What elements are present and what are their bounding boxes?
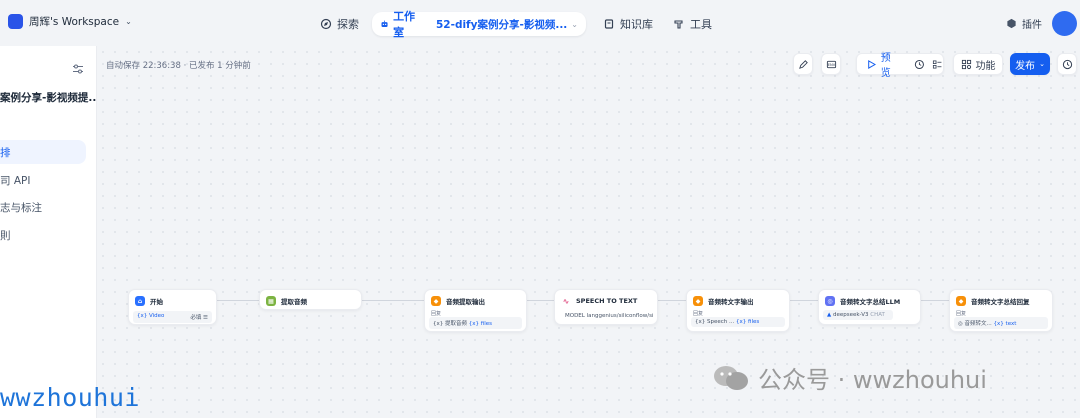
node-label: 回复 [693,311,704,317]
chevron-down-icon: ⌄ [1039,60,1045,68]
nav-explore-label: 探索 [337,18,359,31]
answer-icon: ◆ [956,296,966,306]
answer-icon: ◆ [431,296,441,306]
node-title: 开始 [150,298,163,306]
workspace-switcher[interactable]: 周辉's Workspace ⌄ [8,14,132,29]
node-tag: {x} text [993,321,1017,327]
node-variable: {x} 提取音频 [433,321,468,327]
nav-knowledge[interactable]: 知识库 [603,13,653,35]
node-title: 音频转文字总结回复 [971,298,1030,306]
publish-label: 发布 [1015,60,1036,72]
app-sidebar: 案例分享-影视频提... 排 司 API 志与标注 則 [0,46,101,418]
node-label: 回复 [431,311,442,317]
deepseek-icon: ▲ [827,312,832,318]
features-icon [961,59,971,69]
node-label: 回复 [956,311,967,317]
edge [527,300,554,301]
user-avatar[interactable] [1052,11,1077,36]
nav-tools-label: 工具 [690,18,712,31]
sidebar-item-logs[interactable]: 志与标注 [0,195,86,219]
workflow-node-answer[interactable]: ◆ 音频转文字输出 回复 {x} Speech ... {x} files [686,289,790,332]
plugins-label: 插件 [1022,20,1042,31]
cube-icon [1007,18,1016,29]
node-variable: ◎ 音频转文... [958,321,992,327]
workflow-node-llm[interactable]: ◎ 音频转文字总结LLM ▲ deepseek-V3 CHAT [818,289,921,325]
env-icon: ENV [826,60,836,68]
features-button[interactable]: 功能 [953,53,1003,75]
workflow-node-answer[interactable]: ◆ 音频提取输出 回复 {x} 提取音频 {x} files [424,289,527,332]
publish-button[interactable]: 发布 ⌄ [1010,53,1050,75]
history-icon [1062,59,1072,69]
edit-icon [798,59,808,69]
nav-explore[interactable]: 探索 [320,13,359,35]
sidebar-settings-icon[interactable] [72,63,84,75]
nav-tools[interactable]: 工具 [673,13,712,35]
env-button[interactable]: ENV [821,53,841,75]
node-title: 音频转文字输出 [708,298,754,306]
waveform-icon: ∿ [561,296,571,306]
version-history-button[interactable] [1057,53,1077,75]
plugins-button[interactable]: 插件 [1006,16,1042,31]
node-variable: {x} Video [137,313,165,319]
edge [790,300,818,301]
svg-text:ENV: ENV [827,63,835,67]
wechat-watermark: 公众号 · wwzhouhui [712,360,987,395]
node-title: 提取音频 [281,298,307,306]
node-model: deepseek-V3 [832,312,869,318]
edge [921,300,949,301]
edge [217,300,259,301]
tool-icon: ▦ [266,296,276,306]
checklist-button[interactable] [793,53,813,75]
checklist-icon[interactable] [932,59,943,70]
llm-icon: ◎ [825,296,835,306]
chevron-down-icon: ⌄ [571,19,578,29]
workspace-name: 周辉's Workspace [29,16,120,28]
sidebar-item-api[interactable]: 司 API [0,168,86,192]
node-mode: CHAT [870,312,885,318]
app-title: 案例分享-影视频提... [0,92,101,104]
node-title: SPEECH TO TEXT [576,297,638,305]
top-nav-bar: 周辉's Workspace ⌄ 探索 工作室 52-dify案例分享-影视频.… [0,0,1080,46]
nav-knowledge-label: 知识库 [620,18,653,31]
node-meta: 必填 ☰ [190,315,208,321]
workflow-node-answer[interactable]: ◆ 音频转文字总结回复 回复 ◎ 音频转文... {x} text [949,289,1053,332]
chevron-down-icon: ⌄ [125,17,132,26]
workflow-node-extract-audio[interactable]: ▦ 提取音频 [259,289,362,310]
corner-watermark: wwzhouhui [0,383,140,412]
sidebar-item-orchestrate[interactable]: 排 [0,140,86,164]
edge [658,300,686,301]
book-icon [604,19,614,29]
compass-icon [320,18,332,30]
robot-icon [381,20,388,28]
play-icon[interactable] [866,59,877,70]
hammer-icon [674,20,683,29]
features-label: 功能 [975,60,996,72]
nav-studio[interactable]: 工作室 52-dify案例分享-影视频... ⌄ [372,10,586,39]
wechat-icon [714,365,748,390]
history-run-icon[interactable] [914,59,925,70]
autosave-status: 自动保存 22:36:38 · 已发布 1 分钟前 [106,61,251,71]
node-tag: {x} files [468,321,493,327]
workflow-node-speech-to-text[interactable]: ∿ SPEECH TO TEXT MODEL langgenius/silicon… [554,289,658,325]
current-app-name[interactable]: 52-dify案例分享-影视频... [436,17,567,32]
workspace-logo [8,14,23,29]
preview-label[interactable]: 预览 [881,49,901,79]
node-model: MODEL langgenius/siliconflow/sili... [561,311,653,321]
sidebar-item-monitor[interactable]: 則 [0,223,86,247]
home-icon: ⌂ [135,296,145,306]
preview-group: 预览 [856,53,944,79]
node-title: 音频提取输出 [446,298,485,306]
node-tag: {x} files [736,319,760,325]
answer-icon: ◆ [693,296,703,306]
wechat-watermark-text: 公众号 · wwzhouhui [758,366,987,394]
node-title: 音频转文字总结LLM [840,298,901,306]
node-variable: {x} Speech ... [695,319,735,325]
edge [362,300,424,301]
workflow-node-start[interactable]: ⌂ 开始 {x} Video 必填 ☰ [128,289,217,325]
nav-studio-label: 工作室 [393,10,416,39]
